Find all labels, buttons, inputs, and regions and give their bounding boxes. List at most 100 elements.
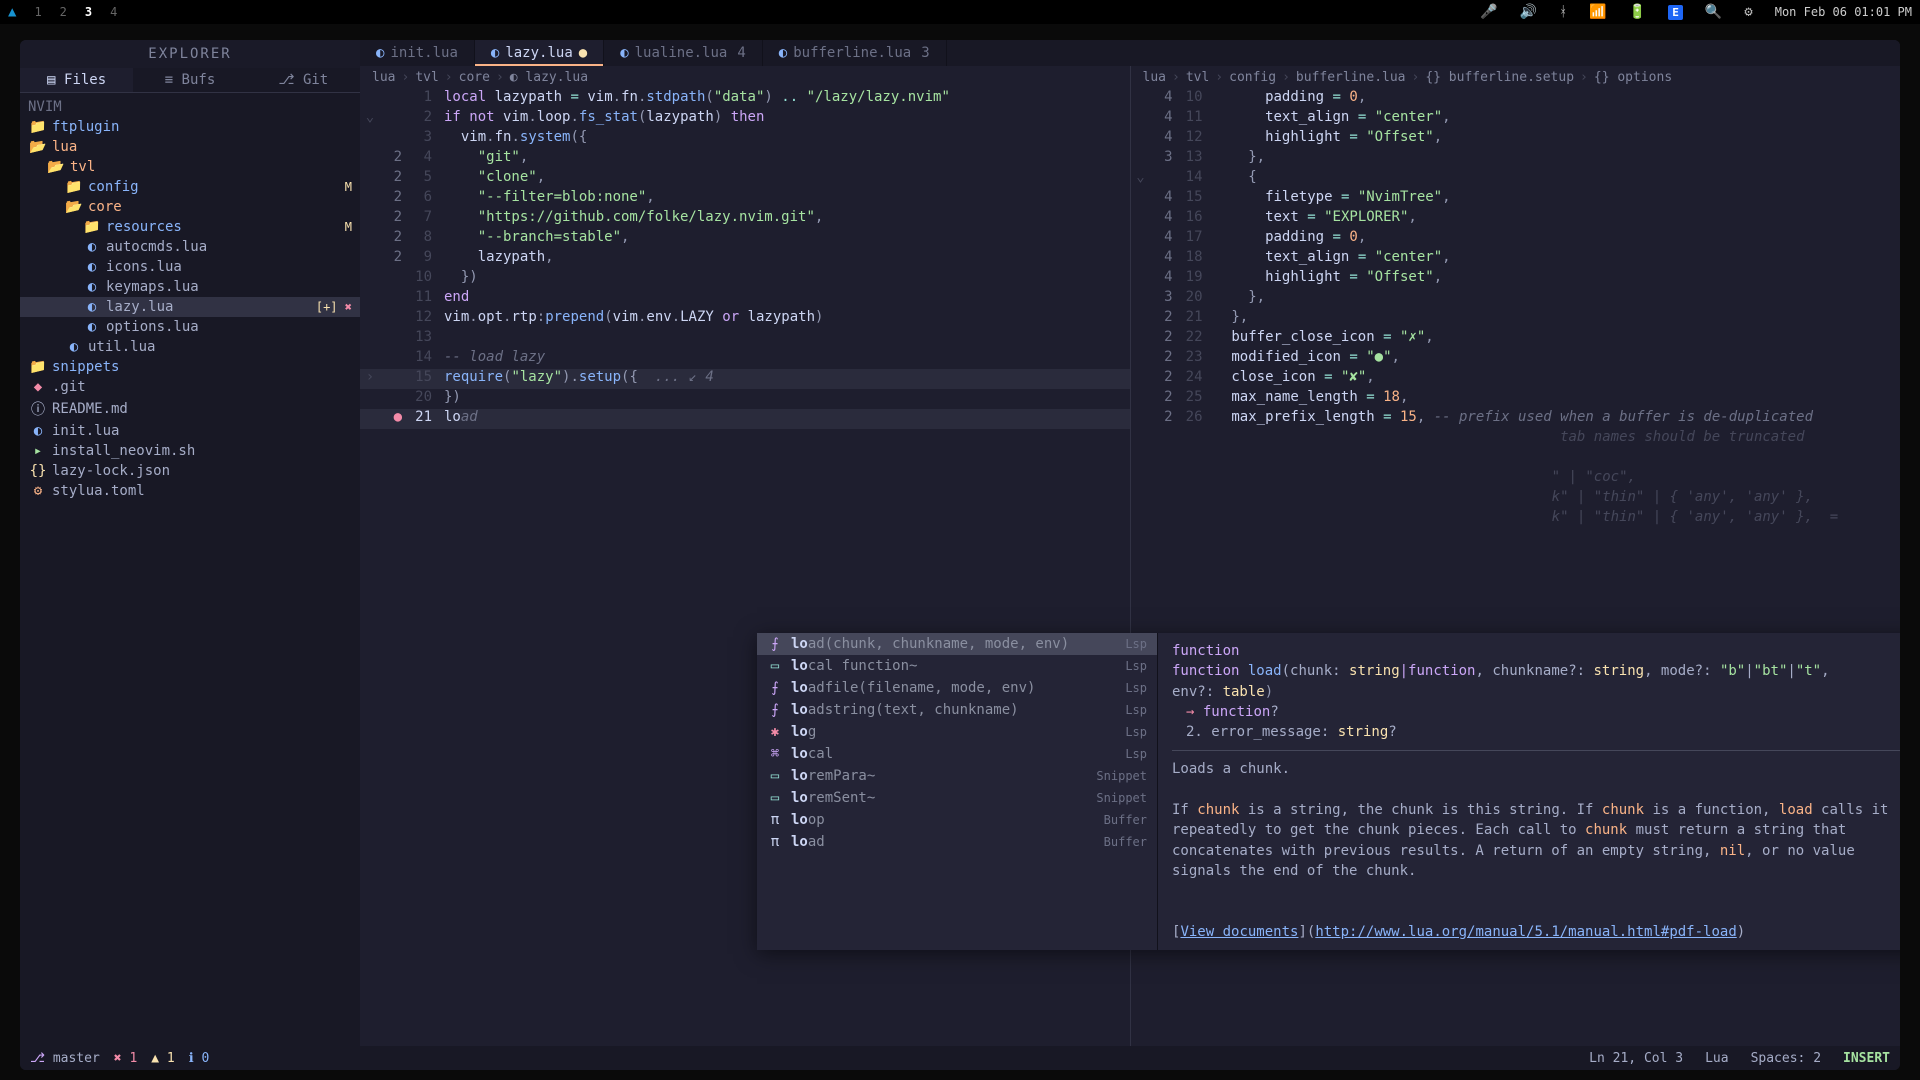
- completion-item[interactable]: ⌘localLsp: [757, 743, 1157, 765]
- breadcrumb-item[interactable]: tvl: [1186, 70, 1209, 85]
- tab-lazy-lua[interactable]: ◐lazy.lua●: [475, 40, 604, 66]
- tree-item[interactable]: 📁snippets: [20, 357, 360, 377]
- code-line[interactable]: 320 },: [1131, 289, 1901, 309]
- bluetooth-icon[interactable]: ᚼ: [1559, 4, 1567, 20]
- volume-icon[interactable]: 🔊: [1520, 4, 1537, 20]
- code-line[interactable]: 20}): [360, 389, 1130, 409]
- code-line[interactable]: 410 padding = 0,: [1131, 89, 1901, 109]
- completion-item[interactable]: ▭loremPara~Snippet: [757, 765, 1157, 787]
- code-line[interactable]: 412 highlight = "Offset",: [1131, 129, 1901, 149]
- tree-item[interactable]: ▸install_neovim.sh: [20, 441, 360, 461]
- breadcrumb-item[interactable]: lua: [372, 70, 395, 85]
- explorer-tab-files[interactable]: ▤ Files: [20, 68, 133, 93]
- completion-item[interactable]: πloopBuffer: [757, 809, 1157, 831]
- left-breadcrumb[interactable]: lua›tvl›core›◐ lazy.lua: [360, 66, 1130, 89]
- diag-info[interactable]: ℹ 0: [189, 1051, 210, 1066]
- tree-item[interactable]: 📂core: [20, 197, 360, 217]
- breadcrumb-item[interactable]: tvl: [415, 70, 438, 85]
- explorer-tab-git[interactable]: ⎇ Git: [247, 68, 360, 93]
- tree-item[interactable]: {}lazy-lock.json: [20, 461, 360, 481]
- breadcrumb-item[interactable]: config: [1229, 70, 1276, 85]
- explorer-tab-bufs[interactable]: ≡ Bufs: [133, 68, 246, 93]
- tree-item[interactable]: ◐lazy.lua[+] ✖: [20, 297, 360, 317]
- mic-icon[interactable]: 🎤: [1480, 4, 1497, 20]
- code-line[interactable]: 27 "https://github.com/folke/lazy.nvim.g…: [360, 209, 1130, 229]
- code-line[interactable]: 224 close_icon = "✘",: [1131, 369, 1901, 389]
- file-tree[interactable]: NVIM 📁ftplugin📂lua📂tvl📁configM📂core📁reso…: [20, 93, 360, 1046]
- code-line[interactable]: 313 },: [1131, 149, 1901, 169]
- completion-popup[interactable]: ⨍load(chunk, chunkname, mode, env)Lsp▭lo…: [757, 633, 1900, 950]
- code-line[interactable]: 25 "clone",: [360, 169, 1130, 189]
- settings-icon[interactable]: ⚙: [1744, 4, 1752, 20]
- code-line[interactable]: 221 },: [1131, 309, 1901, 329]
- tray-badge[interactable]: E: [1668, 5, 1683, 20]
- code-line[interactable]: 419 highlight = "Offset",: [1131, 269, 1901, 289]
- code-line[interactable]: 416 text = "EXPLORER",: [1131, 209, 1901, 229]
- tree-item[interactable]: 📁resourcesM: [20, 217, 360, 237]
- tab-bufferline-lua[interactable]: ◐bufferline.lua3: [763, 40, 947, 66]
- code-line[interactable]: 10 }): [360, 269, 1130, 289]
- workspace-1[interactable]: 1: [34, 5, 41, 19]
- code-line[interactable]: 24 "git",: [360, 149, 1130, 169]
- diag-warnings[interactable]: ▲ 1: [151, 1051, 174, 1066]
- code-line[interactable]: 223 modified_icon = "●",: [1131, 349, 1901, 369]
- tree-item[interactable]: 📁configM: [20, 177, 360, 197]
- tree-item[interactable]: ⓘREADME.md: [20, 397, 360, 421]
- code-line[interactable]: 28 "--branch=stable",: [360, 229, 1130, 249]
- workspace-3[interactable]: 3: [85, 5, 92, 19]
- code-line[interactable]: ⌄14 {: [1131, 169, 1901, 189]
- tree-item[interactable]: ◐util.lua: [20, 337, 360, 357]
- code-line[interactable]: 225 max_name_length = 18,: [1131, 389, 1901, 409]
- breadcrumb-item[interactable]: bufferline.lua: [1296, 70, 1406, 85]
- completion-item[interactable]: ⨍loadfile(filename, mode, env)Lsp: [757, 677, 1157, 699]
- code-line[interactable]: 411 text_align = "center",: [1131, 109, 1901, 129]
- completion-list[interactable]: ⨍load(chunk, chunkname, mode, env)Lsp▭lo…: [757, 633, 1157, 950]
- code-line[interactable]: 26 "--filter=blob:none",: [360, 189, 1130, 209]
- code-line[interactable]: 11end: [360, 289, 1130, 309]
- workspace-2[interactable]: 2: [60, 5, 67, 19]
- tree-item[interactable]: 📁ftplugin: [20, 117, 360, 137]
- tree-item[interactable]: ◐autocmds.lua: [20, 237, 360, 257]
- battery-icon[interactable]: 🔋: [1629, 4, 1646, 20]
- tree-item[interactable]: ◆.git: [20, 377, 360, 397]
- code-line[interactable]: 14-- load lazy: [360, 349, 1130, 369]
- tree-item[interactable]: ◐init.lua: [20, 421, 360, 441]
- completion-item[interactable]: ▭local function~Lsp: [757, 655, 1157, 677]
- code-line[interactable]: 418 text_align = "center",: [1131, 249, 1901, 269]
- code-line[interactable]: ●21load: [360, 409, 1130, 429]
- code-line[interactable]: 417 padding = 0,: [1131, 229, 1901, 249]
- doc-link[interactable]: View documents: [1180, 924, 1298, 940]
- code-line[interactable]: 29 lazypath,: [360, 249, 1130, 269]
- tree-item[interactable]: ⚙stylua.toml: [20, 481, 360, 501]
- code-line[interactable]: 13: [360, 329, 1130, 349]
- code-line[interactable]: 415 filetype = "NvimTree",: [1131, 189, 1901, 209]
- workspace-4[interactable]: 4: [110, 5, 117, 19]
- buffer-tabs[interactable]: ◐init.lua◐lazy.lua●◐lualine.lua4◐bufferl…: [360, 40, 1900, 66]
- tree-item[interactable]: ◐options.lua: [20, 317, 360, 337]
- code-line[interactable]: 222 buffer_close_icon = "✗",: [1131, 329, 1901, 349]
- breadcrumb-item[interactable]: ◐ lazy.lua: [510, 70, 588, 85]
- code-line[interactable]: 3 vim.fn.system({: [360, 129, 1130, 149]
- search-icon[interactable]: 🔍: [1705, 4, 1722, 20]
- completion-item[interactable]: ⨍loadstring(text, chunkname)Lsp: [757, 699, 1157, 721]
- tree-item[interactable]: ◐keymaps.lua: [20, 277, 360, 297]
- completion-item[interactable]: ✱logLsp: [757, 721, 1157, 743]
- diag-errors[interactable]: ✖ 1: [114, 1051, 137, 1066]
- completion-item[interactable]: ⨍load(chunk, chunkname, mode, env)Lsp: [757, 633, 1157, 655]
- tree-item[interactable]: ◐icons.lua: [20, 257, 360, 277]
- code-line[interactable]: 226 max_prefix_length = 15, -- prefix us…: [1131, 409, 1901, 429]
- code-line[interactable]: ›15require("lazy").setup({ ... ↙ 4: [360, 369, 1130, 389]
- tab-init-lua[interactable]: ◐init.lua: [360, 40, 475, 66]
- breadcrumb-symbol[interactable]: {} bufferline.setup: [1425, 70, 1574, 85]
- breadcrumb-item[interactable]: core: [459, 70, 490, 85]
- right-breadcrumb[interactable]: lua›tvl›config›bufferline.lua›{} bufferl…: [1131, 66, 1901, 89]
- completion-item[interactable]: πloadBuffer: [757, 831, 1157, 853]
- breadcrumb-item[interactable]: lua: [1143, 70, 1166, 85]
- wifi-icon[interactable]: 📶: [1589, 4, 1606, 20]
- code-line[interactable]: 1local lazypath = vim.fn.stdpath("data")…: [360, 89, 1130, 109]
- breadcrumb-symbol[interactable]: {} options: [1594, 70, 1672, 85]
- completion-item[interactable]: ▭loremSent~Snippet: [757, 787, 1157, 809]
- code-line[interactable]: ⌄2if not vim.loop.fs_stat(lazypath) then: [360, 109, 1130, 129]
- tree-item[interactable]: 📂lua: [20, 137, 360, 157]
- tree-item[interactable]: 📂tvl: [20, 157, 360, 177]
